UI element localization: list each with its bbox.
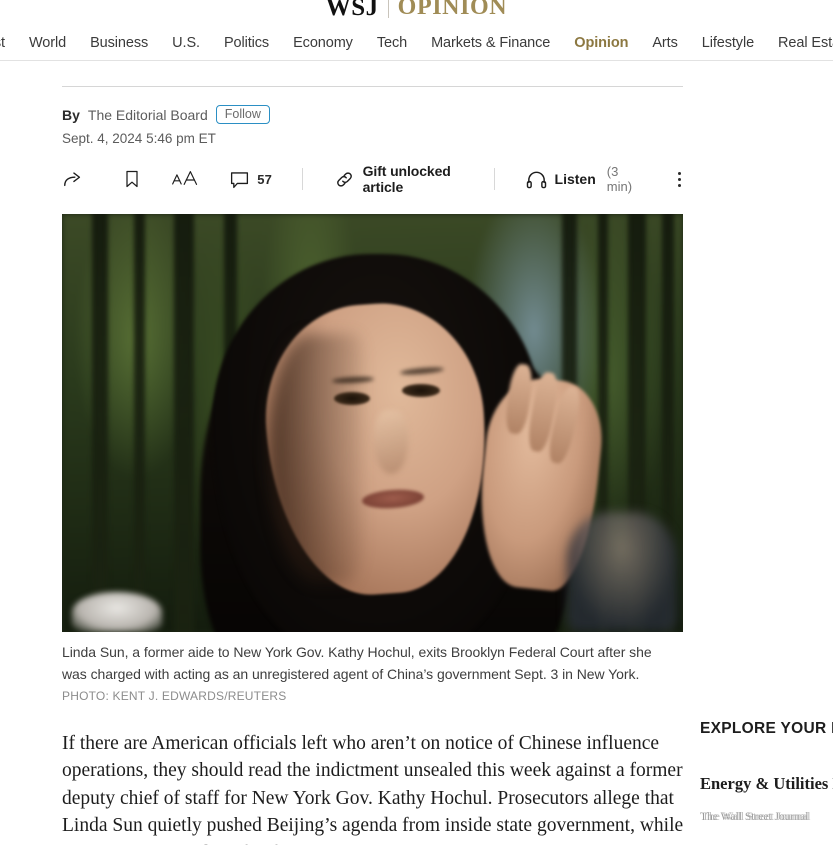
article-body-paragraph: If there are American officials left who… xyxy=(62,732,684,845)
masthead: WSJ OPINION xyxy=(0,0,833,20)
masthead-section-label[interactable]: OPINION xyxy=(398,0,508,19)
listen-button[interactable]: Listen (3 min) xyxy=(525,164,647,194)
image-credit: PHOTO: KENT J. EDWARDS/REUTERS xyxy=(62,689,287,703)
nav-items: test World Business U.S. Politics Econom… xyxy=(0,36,833,51)
rail-heading: EXPLORE YOUR D xyxy=(700,720,833,737)
nav-item-economy[interactable]: Economy xyxy=(293,36,353,51)
article-top-rule xyxy=(62,86,683,87)
gift-article-label: Gift unlocked article xyxy=(362,163,451,195)
right-rail: EXPLORE YOUR D Energy & Utilities Market… xyxy=(700,720,833,823)
nav-item-politics[interactable]: Politics xyxy=(224,36,269,51)
bookmark-icon xyxy=(122,168,142,190)
nav-item-opinion[interactable]: Opinion xyxy=(574,36,628,51)
hero-foreground-left xyxy=(72,592,162,632)
follow-button[interactable]: Follow xyxy=(215,104,270,125)
hero-foreground-right xyxy=(567,512,677,632)
comment-count: 57 xyxy=(257,171,273,187)
article-hero-image xyxy=(62,214,683,632)
toolbar-divider-left xyxy=(301,168,303,190)
listen-label: Listen xyxy=(554,171,596,187)
comment-bubble-icon xyxy=(229,169,250,190)
share-arrow-icon xyxy=(62,168,84,190)
nav-item-world[interactable]: World xyxy=(29,36,66,51)
page-root: WSJ OPINION test World Business U.S. Pol… xyxy=(0,0,833,845)
nav-item-latest[interactable]: test xyxy=(0,36,5,51)
share-button[interactable] xyxy=(62,168,84,190)
wsj-logo[interactable]: WSJ xyxy=(326,0,379,20)
section-navbar[interactable]: test World Business U.S. Politics Econom… xyxy=(0,27,833,59)
text-size-icon xyxy=(171,168,199,190)
nav-item-markets-finance[interactable]: Markets & Finance xyxy=(431,36,550,51)
more-options-button[interactable] xyxy=(676,170,683,189)
nav-item-lifestyle[interactable]: Lifestyle xyxy=(702,36,754,51)
kebab-dot-1 xyxy=(678,171,682,175)
comments-button[interactable]: 57 xyxy=(229,169,272,190)
listen-duration: (3 min) xyxy=(606,164,633,194)
article-column: By The Editorial Board Follow Sept. 4, 2… xyxy=(62,86,683,845)
nav-item-real-estate[interactable]: Real Estate xyxy=(778,36,833,51)
nav-item-us[interactable]: U.S. xyxy=(172,36,200,51)
save-button[interactable] xyxy=(122,168,142,190)
nav-item-arts[interactable]: Arts xyxy=(652,36,677,51)
rail-item-source: The Wall Street Journal The Wall Street … xyxy=(700,811,833,823)
article-action-toolbar: 57 Gift unlocked article Listen (3 min) xyxy=(62,161,683,197)
byline-prefix: By xyxy=(62,106,80,123)
headphones-icon xyxy=(525,168,548,191)
byline-author-link[interactable]: The Editorial Board xyxy=(88,107,208,123)
byline: By The Editorial Board Follow xyxy=(62,104,683,125)
navbar-bottom-rule xyxy=(0,60,833,61)
gift-article-button[interactable]: Gift unlocked article xyxy=(333,163,494,195)
toolbar-divider-right xyxy=(493,168,495,190)
link-chain-icon xyxy=(333,168,356,191)
rail-item-source-ghost: The Wall Street Journal xyxy=(702,811,811,823)
rail-item-title[interactable]: Energy & Utilities Market Talk xyxy=(700,774,833,794)
image-caption: Linda Sun, a former aide to New York Gov… xyxy=(62,642,678,708)
masthead-divider xyxy=(387,0,389,18)
text-size-button[interactable] xyxy=(171,168,199,190)
nav-item-business[interactable]: Business xyxy=(90,36,148,51)
nav-item-tech[interactable]: Tech xyxy=(377,36,407,51)
article-timestamp: Sept. 4, 2024 5:46 pm ET xyxy=(62,131,216,146)
kebab-dot-3 xyxy=(678,183,682,187)
image-caption-text: Linda Sun, a former aide to New York Gov… xyxy=(62,644,652,682)
kebab-dot-2 xyxy=(678,177,682,181)
